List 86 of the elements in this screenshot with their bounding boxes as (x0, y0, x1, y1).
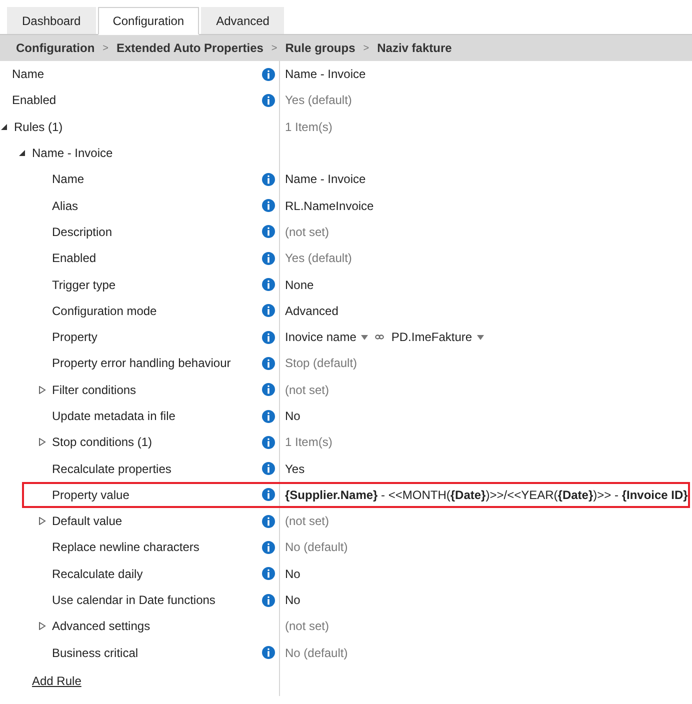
dropdown-caret-icon[interactable] (361, 334, 368, 340)
breadcrumb-item[interactable]: Naziv fakture (377, 39, 452, 57)
property-value: (not set) (285, 224, 330, 241)
info-icon[interactable] (262, 278, 275, 292)
property-label: Configuration mode (52, 302, 158, 320)
collapsed-triangle-icon[interactable] (38, 386, 46, 394)
property-value: No (default) (285, 539, 348, 556)
info-icon[interactable] (262, 383, 275, 396)
tab[interactable]: Configuration (98, 7, 200, 35)
info-icon[interactable] (262, 410, 275, 422)
property-value: Stop (default) (285, 355, 358, 372)
property-label: Name (52, 171, 86, 188)
property-value: No (285, 592, 300, 610)
info-icon[interactable] (262, 356, 275, 370)
info-icon[interactable] (262, 94, 275, 107)
collapsed-triangle-icon[interactable] (38, 517, 46, 526)
property-value: (not set) (285, 618, 330, 636)
breadcrumb-item[interactable]: Configuration (16, 39, 95, 57)
property-label: Description (52, 224, 114, 241)
property-label: Alias (52, 198, 80, 215)
info-icon[interactable] (262, 436, 275, 449)
property-value: Advanced (285, 302, 338, 320)
property-value[interactable]: PD.ImeFakture (391, 328, 472, 346)
breadcrumb-separator: > (102, 42, 108, 56)
property-label: Default value (52, 513, 124, 530)
dropdown-caret-icon[interactable] (477, 334, 484, 340)
property-label: Enabled (52, 250, 98, 268)
property-value: RL.NameInvoice (285, 198, 374, 215)
tab[interactable]: Advanced (201, 7, 284, 34)
property-value[interactable]: Inovice name (285, 328, 356, 346)
collapsed-triangle-icon[interactable] (38, 438, 46, 446)
property-label: Recalculate properties (52, 460, 172, 478)
property-value: Yes (285, 460, 305, 478)
info-icon[interactable] (262, 514, 275, 528)
property-value: {Supplier.Name} - <<MONTH({Date})>>/<<YEAR({Date})>> - {Invoice ID} (285, 486, 688, 504)
info-icon[interactable] (262, 594, 275, 607)
info-icon[interactable] (262, 462, 275, 476)
property-label: Name (12, 66, 46, 84)
property-value: Name - Invoice (285, 171, 366, 188)
info-icon[interactable] (262, 225, 275, 238)
property-value: No (285, 566, 300, 583)
property-label: Property (52, 329, 98, 346)
property-label: Name - Invoice (32, 145, 114, 162)
property-label: Use calendar in Date functions (52, 592, 216, 610)
info-icon[interactable] (262, 172, 275, 186)
collapsed-triangle-icon[interactable] (38, 622, 46, 630)
property-label: Trigger type (52, 276, 117, 294)
breadcrumb-item[interactable]: Rule groups (285, 39, 356, 57)
property-value: Yes (default) (285, 92, 352, 110)
add-rule-link[interactable]: Add Rule (32, 672, 82, 690)
info-icon[interactable] (262, 68, 275, 81)
property-label: Recalculate daily (52, 566, 144, 583)
expanded-triangle-icon[interactable] (18, 149, 26, 158)
property-value: No (default) (285, 644, 348, 662)
property-label: Stop conditions (1) (52, 434, 154, 452)
property-value: 1 Item(s) (285, 434, 332, 452)
property-value: Name - Invoice (285, 66, 366, 84)
expanded-triangle-icon[interactable] (0, 122, 8, 131)
info-icon[interactable] (262, 646, 275, 660)
info-icon[interactable] (262, 567, 275, 580)
info-icon[interactable] (262, 199, 275, 212)
property-label: Update metadata in file (52, 408, 176, 425)
property-label: Rules (1) (14, 118, 64, 136)
breadcrumb-separator: > (363, 42, 370, 56)
property-label: Property error handling behaviour (52, 355, 232, 372)
property-label: Property value (52, 486, 130, 504)
property-label: Enabled (12, 92, 58, 110)
breadcrumb-item[interactable]: Extended Auto Properties (116, 39, 264, 57)
property-label: Advanced settings (52, 618, 152, 636)
property-label: Business critical (52, 644, 140, 662)
property-label: Filter conditions (52, 382, 138, 399)
info-icon[interactable] (262, 304, 275, 318)
info-icon[interactable] (262, 488, 275, 502)
property-label: Replace newline characters (52, 539, 200, 556)
property-value: No (285, 408, 300, 425)
property-value: None (285, 276, 314, 294)
info-icon[interactable] (262, 540, 275, 554)
link-icon (375, 334, 384, 340)
info-icon[interactable] (262, 252, 275, 265)
property-value: Yes (default) (285, 250, 352, 268)
info-icon[interactable] (262, 330, 275, 344)
tab[interactable]: Dashboard (7, 7, 96, 34)
property-value: (not set) (285, 513, 330, 530)
property-value: (not set) (285, 382, 330, 399)
property-value: 1 Item(s) (285, 118, 332, 136)
breadcrumb-separator: > (271, 42, 278, 56)
